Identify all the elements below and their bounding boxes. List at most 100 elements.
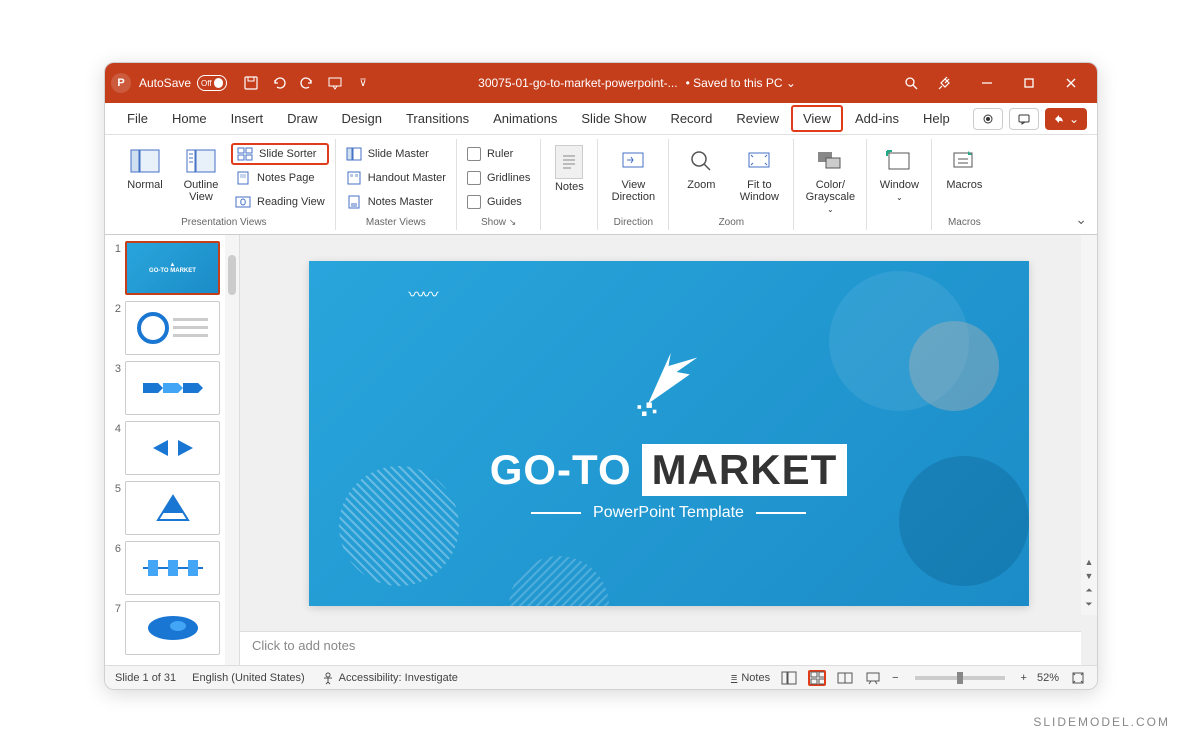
language-indicator[interactable]: English (United States): [192, 672, 305, 684]
thumb-slide-3[interactable]: [125, 361, 220, 415]
decor-circle: [509, 556, 609, 606]
zoom-in-button[interactable]: +: [1021, 672, 1027, 684]
share-button[interactable]: ⌄: [1045, 108, 1087, 130]
menu-draw[interactable]: Draw: [275, 105, 329, 132]
thumb-slide-4[interactable]: [125, 421, 220, 475]
outline-view-button[interactable]: Outline View: [175, 143, 227, 205]
zoom-slider[interactable]: [915, 676, 1005, 680]
slide-counter[interactable]: Slide 1 of 31: [115, 672, 176, 684]
slideshow-icon[interactable]: [321, 69, 349, 97]
thumb-slide-6[interactable]: [125, 541, 220, 595]
quick-access-more-icon[interactable]: ⊽: [349, 69, 377, 97]
color-icon: [814, 145, 846, 177]
zoom-button[interactable]: Zoom: [675, 143, 727, 193]
menu-view[interactable]: View: [791, 105, 843, 132]
search-icon[interactable]: [897, 69, 925, 97]
notes-page-button[interactable]: Notes Page: [231, 167, 329, 189]
thumb-number: 4: [109, 421, 121, 435]
menu-file[interactable]: File: [115, 105, 160, 132]
zoom-level[interactable]: 52%: [1037, 672, 1059, 684]
ruler-checkbox[interactable]: Ruler: [463, 143, 534, 165]
thumb-number: 6: [109, 541, 121, 555]
accessibility-button[interactable]: Accessibility: Investigate: [321, 671, 458, 685]
notes-button[interactable]: Notes: [547, 143, 591, 195]
thumb-slide-1[interactable]: ▲GO-TO MARKET: [125, 241, 220, 295]
thumb-row[interactable]: 1▲GO-TO MARKET: [109, 241, 235, 295]
menu-review[interactable]: Review: [724, 105, 791, 132]
maximize-button[interactable]: [1009, 69, 1049, 97]
save-icon[interactable]: [237, 69, 265, 97]
thumbnail-pane: 1▲GO-TO MARKET 2 3 4 5 6 7: [105, 235, 240, 665]
thumb-slide-7[interactable]: [125, 601, 220, 655]
normal-button[interactable]: Normal: [119, 143, 171, 193]
scroll-down-icon[interactable]: ▼: [1083, 571, 1095, 583]
menu-home[interactable]: Home: [160, 105, 219, 132]
group-master-views: Slide Master Handout Master Notes Master…: [336, 139, 457, 230]
autosave-toggle[interactable]: AutoSave Off: [139, 75, 227, 91]
window-button[interactable]: Window⌄: [873, 143, 925, 204]
workspace: 1▲GO-TO MARKET 2 3 4 5 6 7 〰〰 G: [105, 235, 1097, 665]
thumb-row[interactable]: 4: [109, 421, 235, 475]
minimize-button[interactable]: [967, 69, 1007, 97]
handout-master-button[interactable]: Handout Master: [342, 167, 450, 189]
slide-sorter-button[interactable]: Slide Sorter: [231, 143, 329, 165]
autosave-label: AutoSave: [139, 76, 191, 90]
gridlines-checkbox[interactable]: Gridlines: [463, 167, 534, 189]
scrollbar-handle[interactable]: [228, 255, 236, 295]
decor-circle: [339, 466, 459, 586]
guides-checkbox[interactable]: Guides: [463, 191, 534, 213]
thumb-slide-5[interactable]: [125, 481, 220, 535]
thumb-row[interactable]: 3: [109, 361, 235, 415]
reading-view-button[interactable]: Reading View: [231, 191, 329, 213]
macros-button[interactable]: Macros: [938, 143, 990, 193]
thumbs-scrollbar[interactable]: [225, 235, 239, 665]
reading-view-icon: [235, 194, 251, 210]
menu-record[interactable]: Record: [658, 105, 724, 132]
thumb-row[interactable]: 2: [109, 301, 235, 355]
scroll-up-icon[interactable]: ▲: [1083, 557, 1095, 569]
prev-slide-icon[interactable]: ⏶: [1083, 585, 1095, 597]
menu-transitions[interactable]: Transitions: [394, 105, 481, 132]
normal-view-icon[interactable]: [780, 670, 798, 686]
notes-input[interactable]: Click to add notes: [240, 631, 1081, 665]
slide-master-button[interactable]: Slide Master: [342, 143, 450, 165]
fit-window-icon[interactable]: [1069, 670, 1087, 686]
view-direction-button[interactable]: View Direction: [604, 143, 662, 205]
close-button[interactable]: [1051, 69, 1091, 97]
menu-slide-show[interactable]: Slide Show: [569, 105, 658, 132]
redo-icon[interactable]: [293, 69, 321, 97]
ribbon: Normal Outline View Slide Sorter Notes P…: [105, 135, 1097, 235]
slide-view[interactable]: 〰〰 GO-TO MARKET PowerPoint Template: [240, 235, 1097, 631]
thumb-slide-2[interactable]: [125, 301, 220, 355]
plug-icon[interactable]: [925, 69, 965, 97]
camera-button[interactable]: [973, 108, 1003, 130]
zoom-out-button[interactable]: −: [892, 672, 898, 684]
decor-line: [756, 512, 806, 514]
thumb-row[interactable]: 7: [109, 601, 235, 655]
menu-addins[interactable]: Add-ins: [843, 105, 911, 132]
zoom-handle[interactable]: [957, 672, 963, 684]
thumb-row[interactable]: 5: [109, 481, 235, 535]
comments-button[interactable]: [1009, 108, 1039, 130]
notes-toggle[interactable]: ≡ Notes: [731, 672, 770, 684]
reading-view-icon[interactable]: [836, 670, 854, 686]
undo-icon[interactable]: [265, 69, 293, 97]
notes-master-button[interactable]: Notes Master: [342, 191, 450, 213]
menu-design[interactable]: Design: [330, 105, 394, 132]
color-grayscale-button[interactable]: Color/ Grayscale⌄: [800, 143, 860, 216]
save-status[interactable]: • Saved to this PC ⌄: [686, 76, 796, 90]
slide-sorter-view-icon[interactable]: [808, 670, 826, 686]
window-controls: [925, 69, 1091, 97]
group-window: Window⌄: [867, 139, 932, 230]
slide-sorter-icon: [237, 146, 253, 162]
menu-insert[interactable]: Insert: [219, 105, 276, 132]
thumb-row[interactable]: 6: [109, 541, 235, 595]
vertical-scrollbar[interactable]: ▲ ▼ ⏶ ⏷: [1081, 235, 1097, 615]
next-slide-icon[interactable]: ⏷: [1083, 599, 1095, 611]
ribbon-collapse-icon[interactable]: ⌄: [1075, 211, 1087, 228]
fit-to-window-button[interactable]: Fit to Window: [731, 143, 787, 205]
menu-help[interactable]: Help: [911, 105, 962, 132]
slideshow-view-icon[interactable]: [864, 670, 882, 686]
titlebar: P AutoSave Off ⊽ 30075-01-go-to-market-p…: [105, 63, 1097, 103]
menu-animations[interactable]: Animations: [481, 105, 569, 132]
